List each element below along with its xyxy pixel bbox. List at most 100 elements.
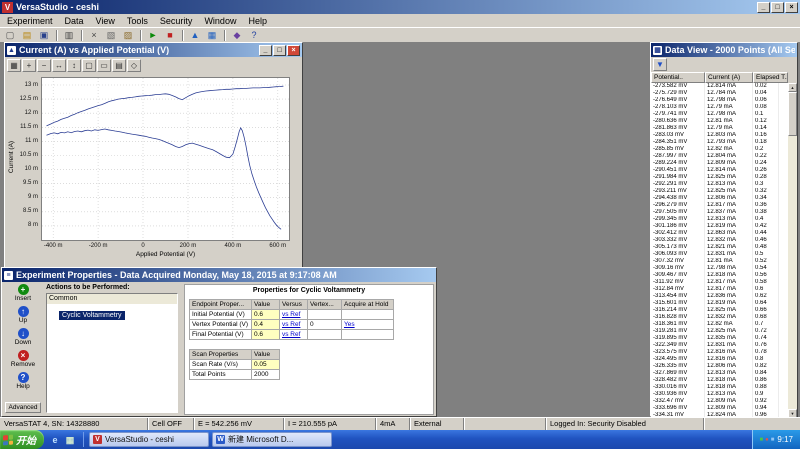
table-row[interactable]: -275.729 mV12.784 mA0.04 (651, 90, 797, 97)
properties-titlebar[interactable]: ≡ Experiment Properties - Data Acquired … (2, 268, 436, 282)
table-row[interactable]: -312.84 mV12.817 mA0.6 (651, 286, 797, 293)
filter-icon[interactable]: ▼ (653, 58, 667, 71)
table-row[interactable]: -292.291 mV12.813 mA0.3 (651, 181, 797, 188)
zoom-out-icon[interactable]: − (37, 59, 51, 72)
task-versastudio[interactable]: VVersaStudio - ceshi (89, 432, 209, 447)
table-row[interactable]: -319.281 mV12.825 mA0.72 (651, 328, 797, 335)
property-value[interactable]: 0.6 (252, 330, 280, 340)
table-row[interactable]: -330.016 mV12.818 mA0.88 (651, 384, 797, 391)
table-row[interactable]: -302.412 mV12.863 mA0.44 (651, 230, 797, 237)
action-item-cyclic-voltammetry[interactable]: Cyclic Voltammetry (59, 311, 125, 320)
property-value[interactable]: 0.4 (252, 320, 280, 330)
table-row[interactable]: -281.863 mV12.79 mA0.14 (651, 125, 797, 132)
menu-view[interactable]: View (90, 15, 121, 27)
table-row[interactable]: -306.093 mV12.831 mA0.5 (651, 251, 797, 258)
table-row[interactable]: -316.214 mV12.825 mA0.66 (651, 307, 797, 314)
acquire-link[interactable]: Yes (342, 320, 394, 330)
table-row[interactable]: -279.741 mV12.798 mA0.1 (651, 111, 797, 118)
table-row[interactable]: -276.649 mV12.798 mA0.06 (651, 97, 797, 104)
menu-data[interactable]: Data (59, 15, 90, 27)
table-row[interactable]: -315.601 mV12.819 mA0.64 (651, 300, 797, 307)
print-icon[interactable]: ▥ (61, 29, 77, 42)
table-row[interactable]: -328.482 mV12.818 mA0.86 (651, 377, 797, 384)
table-row[interactable]: -330.936 mV12.813 mA0.9 (651, 391, 797, 398)
table-row[interactable]: -297.505 mV12.837 mA0.38 (651, 209, 797, 216)
tray-status-icon-2[interactable]: ● (765, 436, 769, 444)
table-row[interactable]: -318.361 mV12.82 mA0.7 (651, 321, 797, 328)
open-icon[interactable]: ▤ (19, 29, 35, 42)
table-row[interactable]: -333.696 mV12.809 mA0.94 (651, 405, 797, 412)
menu-experiment[interactable]: Experiment (1, 15, 59, 27)
table-row[interactable]: -280.636 mV12.81 mA0.12 (651, 118, 797, 125)
vertex-value[interactable]: 0 (308, 320, 342, 330)
table-row[interactable]: -319.895 mV12.835 mA0.74 (651, 335, 797, 342)
table-row[interactable]: -296.279 mV12.817 mA0.36 (651, 202, 797, 209)
menu-help[interactable]: Help (242, 15, 273, 27)
column-header[interactable]: Elapsed T... (753, 72, 788, 83)
chart-close-button[interactable]: × (287, 45, 300, 56)
pan-horizontal-icon[interactable]: ↔ (52, 59, 66, 72)
save-icon[interactable]: ▣ (36, 29, 52, 42)
plot-area[interactable] (41, 77, 290, 241)
chart-properties-icon[interactable]: ◇ (127, 59, 141, 72)
help-icon[interactable]: ? (246, 29, 262, 42)
table-row[interactable]: -285.85 mV12.82 mA0.2 (651, 146, 797, 153)
property-value[interactable]: 0.6 (252, 310, 280, 320)
table-row[interactable]: -273.582 mV12.814 mA0.02 (651, 83, 797, 90)
internet-explorer-icon[interactable]: e (49, 434, 61, 446)
table-row[interactable]: -278.103 mV12.79 mA0.08 (651, 104, 797, 111)
table-row[interactable]: -303.332 mV12.832 mA0.46 (651, 237, 797, 244)
property-value[interactable]: 0.05 (252, 360, 280, 370)
minimize-button[interactable]: _ (757, 2, 770, 13)
show-desktop-icon[interactable]: ▦ (64, 434, 76, 446)
down-button[interactable]: ↓Down (4, 328, 42, 347)
main-titlebar[interactable]: V VersaStudio - ceshi _ □ × (0, 0, 800, 14)
actions-listbox[interactable]: Common Cyclic Voltammetry (46, 293, 178, 413)
table-row[interactable]: -307.32 mV12.81 mA0.52 (651, 258, 797, 265)
table-row[interactable]: -293.211 mV12.825 mA0.32 (651, 188, 797, 195)
chart-minimize-button[interactable]: _ (259, 45, 272, 56)
maximize-button[interactable]: □ (771, 2, 784, 13)
table-row[interactable]: -332.47 mV12.809 mA0.92 (651, 398, 797, 405)
chart-maximize-button[interactable]: □ (273, 45, 286, 56)
menu-security[interactable]: Security (154, 15, 199, 27)
scroll-up-button[interactable]: ▲ (788, 83, 797, 92)
table-row[interactable]: -309.16 mV12.798 mA0.54 (651, 265, 797, 272)
table-row[interactable]: -309.467 mV12.818 mA0.56 (651, 272, 797, 279)
print-chart-icon[interactable]: ▤ (112, 59, 126, 72)
action-group-common[interactable]: Common (47, 294, 177, 304)
table-row[interactable]: -313.454 mV12.836 mA0.62 (651, 293, 797, 300)
table-row[interactable]: -294.438 mV12.806 mA0.34 (651, 195, 797, 202)
start-button[interactable]: 开始 (0, 430, 44, 449)
table-row[interactable]: -305.173 mV12.821 mA0.48 (651, 244, 797, 251)
versus-link[interactable]: vs Ref (280, 320, 308, 330)
stop-icon[interactable]: ■ (162, 29, 178, 42)
tray-status-icon-3[interactable]: ■ (771, 436, 775, 444)
grid-icon[interactable]: ▦ (7, 59, 21, 72)
zoom-in-icon[interactable]: + (22, 59, 36, 72)
table-row[interactable]: -326.335 mV12.806 mA0.82 (651, 363, 797, 370)
menu-window[interactable]: Window (198, 15, 242, 27)
menu-tools[interactable]: Tools (121, 15, 154, 27)
help-button[interactable]: ?Help (4, 372, 42, 391)
copy-icon[interactable]: ▧ (103, 29, 119, 42)
data-table-scrollbar[interactable]: ▲ ▼ (788, 83, 797, 417)
advanced-button[interactable]: Advanced (4, 396, 42, 414)
pan-vertical-icon[interactable]: ↕ (67, 59, 81, 72)
chart-icon[interactable]: ▲ (187, 29, 203, 42)
property-value[interactable]: 2000 (252, 370, 280, 380)
table-row[interactable]: -323.575 mV12.816 mA0.78 (651, 349, 797, 356)
scroll-down-button[interactable]: ▼ (788, 409, 797, 417)
table-row[interactable]: -322.349 mV12.831 mA0.76 (651, 342, 797, 349)
new-experiment-icon[interactable]: ▢ (2, 29, 18, 42)
remove-button[interactable]: ×Remove (4, 350, 42, 369)
run-icon[interactable]: ► (145, 29, 161, 42)
table-row[interactable]: -327.869 mV12.813 mA0.84 (651, 370, 797, 377)
table-row[interactable]: -311.92 mV12.817 mA0.58 (651, 279, 797, 286)
table-row[interactable]: -283.03 mV12.803 mA0.16 (651, 132, 797, 139)
axes-icon[interactable]: ▭ (97, 59, 111, 72)
versus-link[interactable]: vs Ref (280, 330, 308, 340)
table-row[interactable]: -316.828 mV12.832 mA0.68 (651, 314, 797, 321)
task-word-document[interactable]: W新建 Microsoft D... (212, 432, 332, 447)
insert-button[interactable]: +Insert (4, 284, 42, 303)
